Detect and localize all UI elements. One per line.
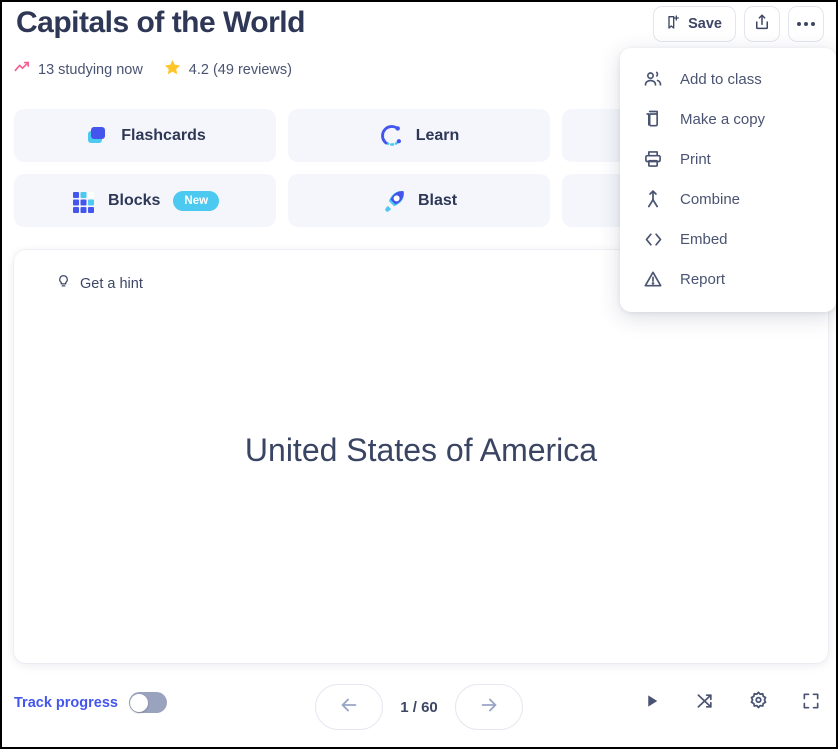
set-toolbar: Save [653,6,824,42]
mode-label: Flashcards [121,126,206,144]
next-card-button[interactable] [454,684,523,730]
people-icon [642,68,664,90]
warning-triangle-icon [642,268,664,290]
mode-button-blocks[interactable]: Blocks New [14,174,276,227]
arrow-left-icon [338,694,360,721]
get-hint-label: Get a hint [80,275,143,292]
gear-icon [748,690,769,716]
menu-item-combine[interactable]: Combine [620,179,836,219]
menu-label: Embed [680,230,728,248]
more-options-button[interactable] [788,6,824,42]
star-icon [163,58,182,81]
shuffle-icon [695,691,715,716]
trending-up-icon [14,59,31,80]
flashcard-app-window: Capitals of the World 13 studying now 4.… [0,0,838,749]
mode-label: Blast [417,191,458,209]
menu-label: Make a copy [680,110,766,128]
bottom-control-bar: Track progress 1 / 60 [2,678,836,738]
blocks-icon [71,188,97,214]
mode-button-blast[interactable]: Blast [288,174,550,227]
flashcards-icon [84,123,110,149]
play-button[interactable] [641,692,663,714]
mode-button-learn[interactable]: Learn [288,109,550,162]
flashcard-term: United States of America [244,432,598,468]
blast-rocket-icon [381,188,407,214]
mode-button-flashcards[interactable]: Flashcards [14,109,276,162]
set-stats: 13 studying now 4.2 (49 reviews) [14,58,292,81]
fullscreen-button[interactable] [800,692,822,714]
studying-now-stat: 13 studying now [14,59,143,80]
learn-icon [379,123,405,149]
fullscreen-icon [801,691,821,716]
share-icon [753,13,771,35]
mode-label: Learn [415,126,460,144]
menu-label: Add to class [680,70,762,88]
menu-item-add-to-class[interactable]: Add to class [620,59,836,99]
more-options-menu: Add to class Make a copy Print Combine E… [620,48,836,312]
settings-button[interactable] [747,690,769,716]
copy-icon [642,108,664,130]
combine-icon [642,188,664,210]
menu-label: Combine [680,190,741,208]
printer-icon [642,148,664,170]
previous-card-button[interactable] [315,684,384,730]
card-counter: 1 / 60 [400,698,438,716]
arrow-right-icon [478,694,500,721]
page-title: Capitals of the World [16,6,305,39]
save-label: Save [688,16,722,32]
bookmark-plus-icon [665,14,681,34]
menu-item-print[interactable]: Print [620,139,836,179]
share-button[interactable] [744,6,780,42]
menu-item-make-a-copy[interactable]: Make a copy [620,99,836,139]
code-brackets-icon [642,228,664,250]
menu-label: Report [680,270,726,288]
mode-label: Blocks [107,191,161,209]
menu-label: Print [680,150,711,168]
play-icon [643,692,661,715]
shuffle-button[interactable] [694,692,716,714]
playback-controls [641,690,822,716]
more-horizontal-icon [797,22,815,26]
rating-label: 4.2 (49 reviews) [188,61,292,78]
menu-item-report[interactable]: Report [620,259,836,299]
lightbulb-icon [56,274,71,293]
menu-item-embed[interactable]: Embed [620,219,836,259]
rating-stat: 4.2 (49 reviews) [163,58,292,81]
studying-now-label: 13 studying now [38,61,143,78]
save-button[interactable]: Save [653,6,736,42]
get-hint-button[interactable]: Get a hint [56,274,143,293]
new-badge: New [173,190,220,211]
